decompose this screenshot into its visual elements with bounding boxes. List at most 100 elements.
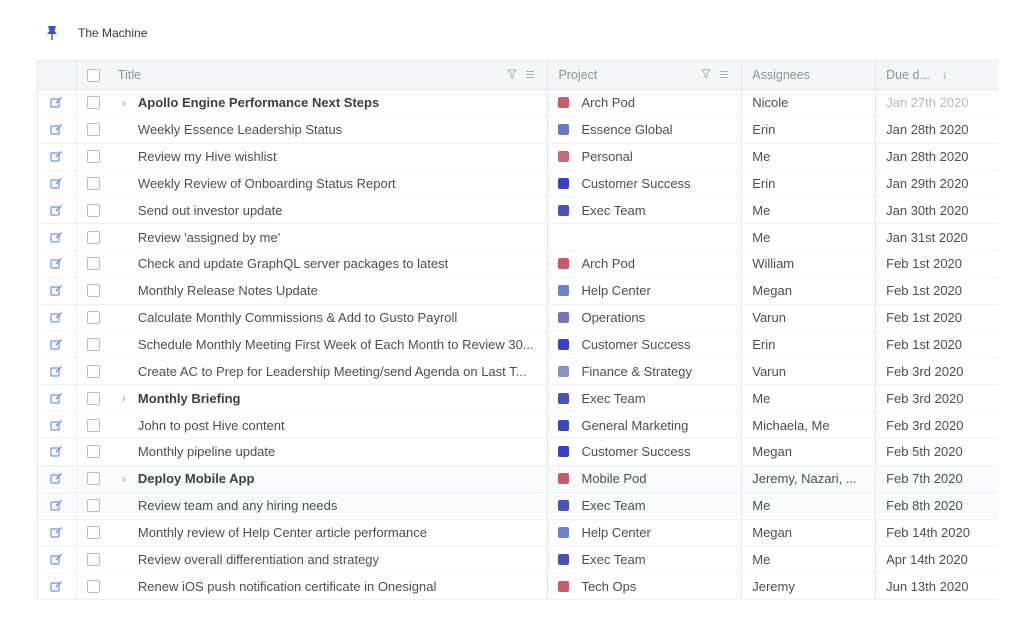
due-date-cell[interactable]: Feb 5th 2020	[875, 438, 998, 465]
table-row[interactable]: Renew iOS push notification certificate …	[38, 573, 998, 601]
column-header-due-date[interactable]: Due d... ↓	[875, 61, 998, 89]
edit-icon[interactable]	[50, 580, 63, 593]
assignees-cell[interactable]: Me	[741, 197, 875, 224]
title-cell[interactable]: Create AC to Prep for Leadership Meeting…	[110, 358, 548, 384]
title-cell[interactable]: John to post Hive content	[110, 412, 548, 438]
edit-cell[interactable]	[38, 90, 76, 116]
edit-cell[interactable]	[38, 573, 76, 599]
row-select-cell[interactable]	[75, 519, 110, 546]
title-cell[interactable]: Review 'assigned by me'	[110, 224, 548, 250]
edit-icon[interactable]	[50, 96, 63, 109]
title-cell[interactable]: Weekly Essence Leadership Status	[110, 117, 548, 143]
filter-icon[interactable]	[701, 69, 712, 82]
title-cell[interactable]: Review team and any hiring needs	[110, 493, 548, 519]
project-cell[interactable]: Arch Pod	[547, 90, 741, 116]
project-cell[interactable]: Essence Global	[547, 116, 741, 143]
due-date-cell[interactable]: Feb 14th 2020	[875, 519, 998, 546]
assignees-cell[interactable]: Erin	[741, 116, 875, 143]
due-date-cell[interactable]: Feb 3rd 2020	[875, 358, 998, 385]
project-cell[interactable]: Exec Team	[547, 546, 741, 573]
edit-cell[interactable]	[38, 439, 76, 465]
chevron-right-icon[interactable]: ›	[110, 391, 138, 405]
row-select-cell[interactable]	[75, 465, 110, 492]
title-cell[interactable]: Schedule Monthly Meeting First Week of E…	[110, 332, 548, 358]
title-cell[interactable]: Monthly review of Help Center article pe…	[110, 520, 548, 546]
table-row[interactable]: Review overall differentiation and strat…	[38, 546, 998, 574]
table-row[interactable]: Send out investor update Exec Team Me Ja…	[38, 197, 998, 225]
row-checkbox[interactable]	[86, 472, 100, 486]
row-checkbox[interactable]	[86, 525, 100, 539]
row-select-cell[interactable]	[75, 304, 110, 331]
assignees-cell[interactable]: Michaela, Me	[741, 412, 875, 438]
row-checkbox[interactable]	[86, 284, 100, 298]
assignees-cell[interactable]: Erin	[741, 170, 875, 197]
row-checkbox[interactable]	[86, 150, 100, 164]
row-checkbox[interactable]	[86, 311, 100, 325]
project-cell[interactable]: Exec Team	[547, 385, 741, 412]
table-row[interactable]: Check and update GraphQL server packages…	[38, 251, 998, 278]
chevron-right-icon[interactable]: ›	[110, 472, 138, 486]
select-all-cell[interactable]	[75, 61, 110, 89]
row-select-cell[interactable]	[75, 170, 110, 197]
edit-icon[interactable]	[50, 123, 63, 136]
title-cell[interactable]: Monthly Release Notes Update	[110, 278, 548, 304]
table-row[interactable]: Create AC to Prep for Leadership Meeting…	[38, 358, 998, 386]
assignees-cell[interactable]: Jeremy, Nazari, ...	[741, 465, 875, 492]
due-date-cell[interactable]: Feb 8th 2020	[875, 492, 998, 519]
filter-icon[interactable]	[507, 69, 518, 82]
due-date-cell[interactable]: Jun 13th 2020	[875, 573, 998, 600]
edit-cell[interactable]	[38, 546, 76, 572]
due-date-cell[interactable]: Feb 1st 2020	[875, 277, 998, 304]
due-date-cell[interactable]: Feb 1st 2020	[875, 331, 998, 358]
row-select-cell[interactable]	[75, 358, 110, 385]
due-date-cell[interactable]: Feb 1st 2020	[875, 251, 998, 277]
due-date-cell[interactable]: Jan 29th 2020	[875, 170, 998, 197]
select-all-checkbox[interactable]	[86, 68, 100, 82]
edit-icon[interactable]	[50, 257, 63, 270]
row-checkbox[interactable]	[86, 123, 100, 137]
edit-icon[interactable]	[50, 231, 63, 244]
due-date-cell[interactable]: Jan 30th 2020	[875, 197, 998, 224]
row-select-cell[interactable]	[75, 573, 110, 600]
table-row[interactable]: Monthly review of Help Center article pe…	[38, 519, 998, 547]
assignees-cell[interactable]: Jeremy	[741, 573, 875, 600]
due-date-cell[interactable]: Feb 3rd 2020	[875, 385, 998, 412]
column-header-project[interactable]: Project	[547, 61, 741, 89]
edit-icon[interactable]	[50, 150, 63, 163]
project-cell[interactable]: Mobile Pod	[547, 465, 741, 492]
edit-icon[interactable]	[50, 472, 63, 485]
assignees-cell[interactable]: Erin	[741, 331, 875, 358]
row-select-cell[interactable]	[75, 116, 110, 143]
title-cell[interactable]: Calculate Monthly Commissions & Add to G…	[110, 305, 548, 331]
project-cell[interactable]: Exec Team	[547, 492, 741, 519]
assignees-cell[interactable]: Nicole	[741, 90, 875, 116]
row-select-cell[interactable]	[75, 438, 110, 465]
edit-icon[interactable]	[50, 445, 63, 458]
row-select-cell[interactable]	[75, 197, 110, 224]
project-cell[interactable]	[547, 224, 741, 251]
project-cell[interactable]: Help Center	[547, 519, 741, 546]
row-checkbox[interactable]	[86, 499, 100, 513]
assignees-cell[interactable]: Me	[741, 224, 875, 251]
row-checkbox[interactable]	[86, 230, 100, 244]
pushpin-icon[interactable]	[44, 24, 60, 42]
table-row[interactable]: › Monthly Briefing Exec Team Me Feb 3rd …	[38, 385, 998, 413]
title-cell[interactable]: Renew iOS push notification certificate …	[110, 573, 548, 599]
row-checkbox[interactable]	[86, 552, 100, 566]
title-cell[interactable]: Review overall differentiation and strat…	[110, 546, 548, 572]
row-select-cell[interactable]	[75, 331, 110, 358]
edit-icon[interactable]	[50, 499, 63, 512]
project-cell[interactable]: Help Center	[547, 277, 741, 304]
table-row[interactable]: Review team and any hiring needs Exec Te…	[38, 492, 998, 520]
title-cell[interactable]: Check and update GraphQL server packages…	[110, 251, 548, 277]
project-cell[interactable]: Customer Success	[547, 170, 741, 197]
title-cell[interactable]: Review my Hive wishlist	[110, 144, 548, 170]
project-cell[interactable]: General Marketing	[547, 412, 741, 438]
edit-icon[interactable]	[50, 419, 63, 432]
table-row[interactable]: Review 'assigned by me' Me Jan 31st 2020	[38, 224, 998, 252]
column-header-title[interactable]: Title	[110, 61, 548, 89]
row-select-cell[interactable]	[75, 492, 110, 519]
project-cell[interactable]: Customer Success	[547, 331, 741, 358]
edit-cell[interactable]	[38, 251, 76, 277]
chevron-right-icon[interactable]: ›	[110, 96, 138, 110]
